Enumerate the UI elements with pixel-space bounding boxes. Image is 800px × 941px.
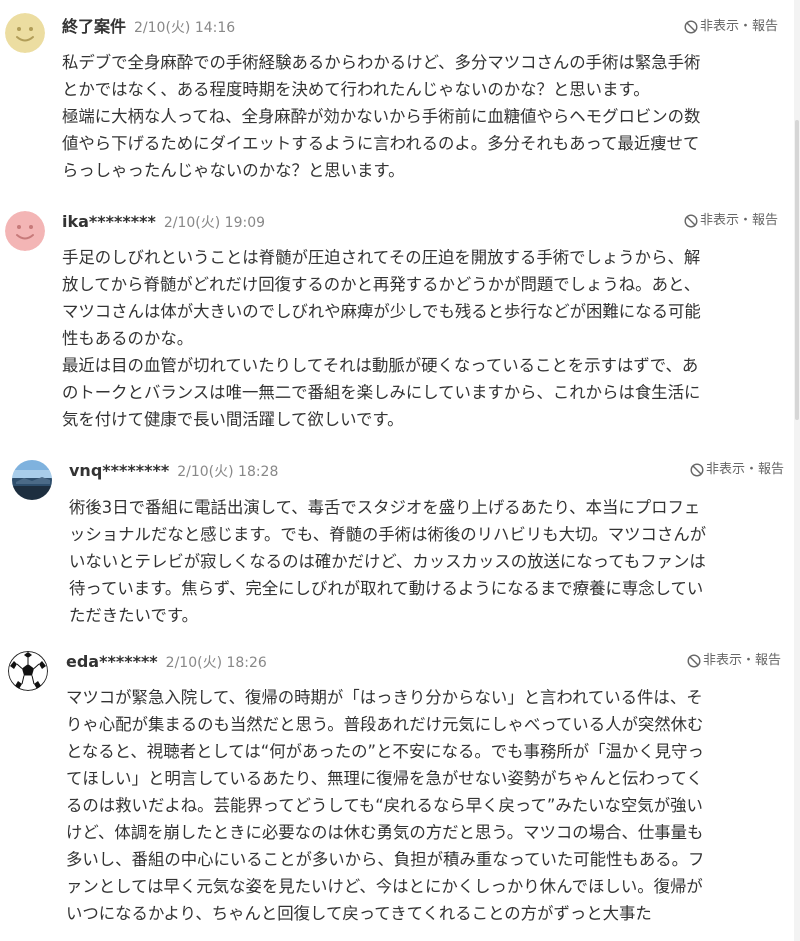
comment-line: 極端に大柄な人ってね、全身麻酔が効かないから手術前に血糖値やらヘモグロビンの数 <box>62 107 701 126</box>
avatar[interactable] <box>8 651 48 691</box>
comment-line: 最近は目の血管が切れていたりしてそれは動脈が硬くなっていることを示すはずで、あ <box>62 356 699 375</box>
block-icon <box>687 654 701 668</box>
hide-report-label: 非表示・報告 <box>705 462 784 477</box>
comment-line: 手足のしびれということは脊髄が圧迫されてその圧迫を開放する手術でしょうから、解 <box>62 248 701 267</box>
hide-report-label: 非表示・報告 <box>702 653 781 668</box>
comment-line: のトークとバランスは唯一無二で番組を楽しみにしていますから、これからは食生活に <box>62 383 701 402</box>
landscape-photo-icon <box>12 460 52 500</box>
avatar[interactable] <box>12 460 52 500</box>
username[interactable]: vnq******** <box>69 461 169 480</box>
comment-body: マツコが緊急入院して、復帰の時期が「はっきり分からない」と言われている件は、そ … <box>66 684 704 927</box>
hide-report-button[interactable]: 非表示・報告 <box>684 211 778 231</box>
comment-line: とかではなく、ある程度時期を決めて行われたんじゃないのかな？と思います。 <box>62 80 650 99</box>
comment-line: 性もあるのかな。 <box>62 329 194 348</box>
comment-line: ッショナルだなと感じます。でも、脊髄の手術は術後のリハビリも大切。マツコさんが <box>69 525 707 544</box>
hide-report-label: 非表示・報告 <box>699 213 778 228</box>
username[interactable]: eda******* <box>66 652 158 671</box>
comment-line: ただきたいです。 <box>69 606 198 625</box>
hide-report-label: 非表示・報告 <box>699 19 778 34</box>
comment-line: となると、視聴者としては“何があったの”と不安になる。でも事務所が「温かく見守っ <box>66 742 704 761</box>
avatar[interactable] <box>5 13 45 53</box>
soccer-ball-icon <box>8 651 48 691</box>
comment-body: 私デブで全身麻酔での手術経験あるからわかるけど、多分マツコさんの手術は緊急手術 … <box>62 49 700 184</box>
comment-line: いつになるかより、ちゃんと回復して戻ってきてくれることの方がずっと大事た <box>66 904 652 923</box>
comment-meta: ika******** 2/10(火) 19:09 <box>62 211 265 233</box>
comment-meta: eda******* 2/10(火) 18:26 <box>66 651 267 673</box>
comment-line: 待っています。焦らず、完全にしびれが取れて動けるようになるまで療養に専念してい <box>69 579 704 598</box>
comment-line: 値やら下げるためにダイエットするように言われるのよ。多分それもあって最近痩せて <box>62 134 700 153</box>
block-icon <box>690 463 704 477</box>
comment-line: マツコさんは体が大きいのでしびれや麻痺が少しでも残ると歩行などが困難になる可能 <box>62 302 701 321</box>
scrollbar[interactable] <box>794 0 800 941</box>
comment-line: マツコが緊急入院して、復帰の時期が「はっきり分からない」と言われている件は、そ <box>66 688 703 707</box>
comment-line: いないとテレビが寂しくなるのは確かだけど、カッスカッスの放送になってもファンは <box>69 552 706 571</box>
scrollbar-thumb[interactable] <box>795 120 799 420</box>
smiley-yellow-icon <box>5 13 45 53</box>
comment-line: るのは救いだよね。芸能界ってどうしても“戻れるなら早く戻って”みたいな空気が強い <box>66 796 703 815</box>
comment-line: ァンとしては早く元気な姿を見たいけど、今はとにかくしっかり休んでほしい。復帰が <box>66 877 703 896</box>
avatar[interactable] <box>5 211 45 251</box>
comment-line: けど、体調を崩したときに必要なのは休む勇気の方だと思う。マツコの場合、仕事量も <box>66 823 704 842</box>
hide-report-button[interactable]: 非表示・報告 <box>690 460 784 480</box>
comment-line: 術後3日で番組に電話出演して、毒舌でスタジオを盛り上げるあたり、本当にプロフェ <box>69 498 701 517</box>
comment-line: らっしゃったんじゃないのかな？と思います。 <box>62 161 405 180</box>
timestamp: 2/10(火) 19:09 <box>163 215 266 231</box>
comment-body: 術後3日で番組に電話出演して、毒舌でスタジオを盛り上げるあたり、本当にプロフェ … <box>69 494 706 629</box>
timestamp: 2/10(火) 14:16 <box>134 20 236 36</box>
block-icon <box>684 214 698 228</box>
hide-report-button[interactable]: 非表示・報告 <box>687 651 781 671</box>
comment-line: 放してから脊髄がどれだけ回復するのかと再発するかどうかが問題でしょうね。あと、 <box>62 275 701 294</box>
comment-line: りゃ心配が集まるのも当然だと思う。普段あれだけ元気にしゃべっている人が突然休む <box>66 715 704 734</box>
hide-report-button[interactable]: 非表示・報告 <box>684 17 778 37</box>
comment-line: 私デブで全身麻酔での手術経験あるからわかるけど、多分マツコさんの手術は緊急手術 <box>62 53 701 72</box>
smiley-pink-icon <box>5 211 45 251</box>
comment-line: てほしい」と明言しているあたり、無理に復帰を急がせない姿勢がちゃんと伝わってく <box>66 769 703 788</box>
timestamp: 2/10(火) 18:28 <box>177 464 279 480</box>
username[interactable]: ika******** <box>62 212 156 231</box>
block-icon <box>684 20 698 34</box>
comment-meta: vnq******** 2/10(火) 18:28 <box>69 460 278 482</box>
comment-body: 手足のしびれということは脊髄が圧迫されてその圧迫を開放する手術でしょうから、解 … <box>62 244 701 433</box>
timestamp: 2/10(火) 18:26 <box>165 655 267 671</box>
username[interactable]: 終了案件 <box>62 17 126 36</box>
comment-line: 多いし、番組の中心にいることが多いから、負担が積み重なっていた可能性もある。フ <box>66 850 705 869</box>
comment-meta: 終了案件 2/10(火) 14:16 <box>62 16 235 38</box>
comment-line: 気を付けて健康で長い間活躍して欲しいです。 <box>62 410 404 429</box>
